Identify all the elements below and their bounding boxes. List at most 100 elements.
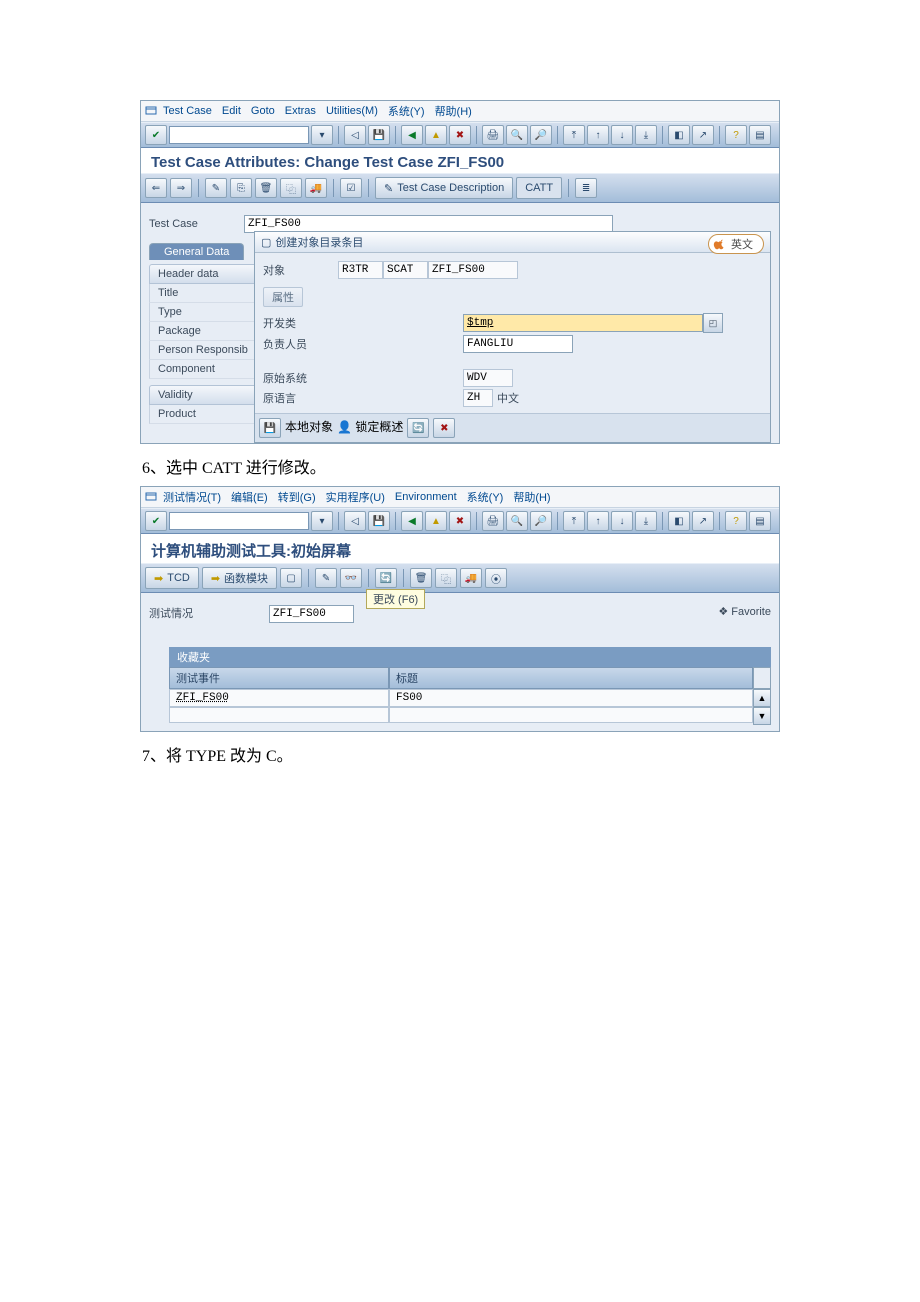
menu-edit[interactable]: Edit bbox=[222, 105, 241, 117]
side-header-data[interactable]: Header data bbox=[149, 264, 269, 284]
sap-window-1: Test Case Edit Goto Extras Utilities(M) … bbox=[140, 100, 780, 444]
menu-help[interactable]: 帮助(H) bbox=[435, 103, 472, 119]
exit-icon[interactable]: ▲ bbox=[425, 125, 447, 145]
refresh2-icon[interactable]: 🔄 bbox=[375, 568, 397, 588]
create-icon[interactable]: ▢ bbox=[280, 568, 302, 588]
copy-icon[interactable]: ⿻ bbox=[280, 178, 302, 198]
menu-edit-2[interactable]: 编辑(E) bbox=[231, 489, 268, 505]
last-page-icon[interactable]: ⤓ bbox=[635, 125, 657, 145]
help-icon[interactable]: ? bbox=[725, 511, 747, 531]
next-page-icon[interactable]: ↓ bbox=[611, 511, 633, 531]
col-title[interactable]: 标题 bbox=[389, 667, 753, 689]
menu-testcase-2[interactable]: 测试情况(T) bbox=[163, 489, 221, 505]
other-obj-icon[interactable]: ⎘ bbox=[230, 178, 252, 198]
check-icon[interactable]: ☑ bbox=[340, 178, 362, 198]
new-session-icon[interactable]: ◧ bbox=[668, 125, 690, 145]
dialog-refresh-icon[interactable]: 🔄 bbox=[407, 418, 429, 438]
funcmod-button[interactable]: ➡ 函数模块 bbox=[202, 567, 277, 589]
catt-button[interactable]: CATT bbox=[516, 177, 562, 199]
del-icon[interactable]: 🗑 bbox=[255, 178, 277, 198]
layout-icon[interactable]: ≣ bbox=[575, 178, 597, 198]
search-help-icon[interactable]: ◰ bbox=[703, 313, 723, 333]
back-icon[interactable]: ◁ bbox=[344, 125, 366, 145]
menu-goto-2[interactable]: 转到(G) bbox=[278, 489, 316, 505]
menu-extras[interactable]: Extras bbox=[285, 105, 316, 117]
dialog-cancel-icon[interactable]: ✖ bbox=[433, 418, 455, 438]
menu-help-2[interactable]: 帮助(H) bbox=[513, 489, 550, 505]
enter-icon[interactable]: ✔ bbox=[145, 511, 167, 531]
menu-util-2[interactable]: 实用程序(U) bbox=[326, 489, 385, 505]
tcd-button[interactable]: ➡ TCD bbox=[145, 567, 199, 589]
origsys-label: 原始系统 bbox=[263, 370, 463, 386]
responsible-input[interactable] bbox=[463, 335, 573, 353]
prev-page-icon[interactable]: ↑ bbox=[587, 125, 609, 145]
find-icon[interactable]: 🔍 bbox=[506, 125, 528, 145]
local-object-button[interactable]: 本地对象 bbox=[285, 418, 333, 438]
menu-env-2[interactable]: Environment bbox=[395, 491, 457, 503]
table-row[interactable]: ZFI_FS00 FS00 ▲ bbox=[169, 689, 771, 707]
edit-icon[interactable]: ✎ bbox=[315, 568, 337, 588]
dropdown-icon[interactable]: ▾ bbox=[311, 125, 333, 145]
favorite-button[interactable]: ❖ Favorite bbox=[718, 605, 771, 618]
menu-system-2[interactable]: 系统(Y) bbox=[467, 489, 504, 505]
customize-icon[interactable]: ▤ bbox=[749, 125, 771, 145]
lock-label: 锁定概述 bbox=[355, 420, 403, 434]
scroll-down-icon[interactable]: ▼ bbox=[753, 707, 771, 725]
grid-config-icon[interactable] bbox=[753, 667, 771, 689]
cancel-icon[interactable]: ✖ bbox=[449, 511, 471, 531]
devclass-input[interactable] bbox=[463, 314, 703, 332]
grid-header: 测试事件 标题 bbox=[169, 667, 771, 689]
dialog-save-icon[interactable]: 💾 bbox=[259, 418, 281, 438]
lock-overview-button[interactable]: 👤 锁定概述 bbox=[337, 418, 403, 438]
copy2-icon[interactable]: ⿻ bbox=[435, 568, 457, 588]
truck-icon[interactable]: 🚚 bbox=[460, 568, 482, 588]
testcase2-input[interactable] bbox=[269, 605, 354, 623]
trash-icon[interactable]: 🗑 bbox=[410, 568, 432, 588]
enter-icon[interactable]: ✔ bbox=[145, 125, 167, 145]
shortcut-icon[interactable]: ↗ bbox=[692, 125, 714, 145]
exec-icon[interactable]: ⦿ bbox=[485, 568, 507, 588]
cancel-icon[interactable]: ✖ bbox=[449, 125, 471, 145]
side-validity[interactable]: Validity bbox=[149, 385, 269, 405]
exit-icon[interactable]: ▲ bbox=[425, 511, 447, 531]
menu-utilities[interactable]: Utilities(M) bbox=[326, 105, 378, 117]
new-session-icon[interactable]: ◧ bbox=[668, 511, 690, 531]
okcode-input-2[interactable] bbox=[169, 512, 309, 530]
next-page-icon[interactable]: ↓ bbox=[611, 125, 633, 145]
row-event[interactable]: ZFI_FS00 bbox=[169, 689, 389, 707]
back-icon[interactable]: ◁ bbox=[344, 511, 366, 531]
back-green-icon[interactable]: ◀ bbox=[401, 125, 423, 145]
scroll-up-icon[interactable]: ▲ bbox=[753, 689, 771, 707]
save-icon[interactable]: 💾 bbox=[368, 125, 390, 145]
okcode-input[interactable] bbox=[169, 126, 309, 144]
findnext-icon[interactable]: 🔎 bbox=[530, 125, 552, 145]
origlang-name: 中文 bbox=[497, 390, 519, 406]
back-green-icon[interactable]: ◀ bbox=[401, 511, 423, 531]
shortcut-icon[interactable]: ↗ bbox=[692, 511, 714, 531]
dropdown-icon[interactable]: ▾ bbox=[311, 511, 333, 531]
menu-testcase[interactable]: Test Case bbox=[163, 105, 212, 117]
col-test-event[interactable]: 测试事件 bbox=[169, 667, 389, 689]
menu-goto[interactable]: Goto bbox=[251, 105, 275, 117]
print-icon[interactable]: 🖨 bbox=[482, 125, 504, 145]
transport-icon[interactable]: 🚚 bbox=[305, 178, 327, 198]
prev-page-icon[interactable]: ↑ bbox=[587, 511, 609, 531]
system-toolbar-2: ✔ ▾ ◁ 💾 ◀ ▲ ✖ 🖨 🔍 🔎 ⤒ ↑ ↓ ⤓ ◧ ↗ ? ▤ bbox=[141, 508, 779, 534]
help-icon[interactable]: ? bbox=[725, 125, 747, 145]
menu-system[interactable]: 系统(Y) bbox=[388, 103, 425, 119]
last-page-icon[interactable]: ⤓ bbox=[635, 511, 657, 531]
tab-general-data[interactable]: General Data bbox=[149, 243, 244, 260]
glasses-icon[interactable]: 👓 bbox=[340, 568, 362, 588]
first-page-icon[interactable]: ⤒ bbox=[563, 125, 585, 145]
find-icon[interactable]: 🔍 bbox=[506, 511, 528, 531]
change-icon[interactable]: ✎ bbox=[205, 178, 227, 198]
test-case-desc-button[interactable]: ✎ Test Case Description bbox=[375, 177, 513, 199]
lang-pill[interactable]: 英文 bbox=[708, 234, 764, 254]
print-icon[interactable]: 🖨 bbox=[482, 511, 504, 531]
nav-fwd-icon[interactable]: ⇒ bbox=[170, 178, 192, 198]
nav-back-icon[interactable]: ⇐ bbox=[145, 178, 167, 198]
save-icon[interactable]: 💾 bbox=[368, 511, 390, 531]
findnext-icon[interactable]: 🔎 bbox=[530, 511, 552, 531]
first-page-icon[interactable]: ⤒ bbox=[563, 511, 585, 531]
customize-icon[interactable]: ▤ bbox=[749, 511, 771, 531]
